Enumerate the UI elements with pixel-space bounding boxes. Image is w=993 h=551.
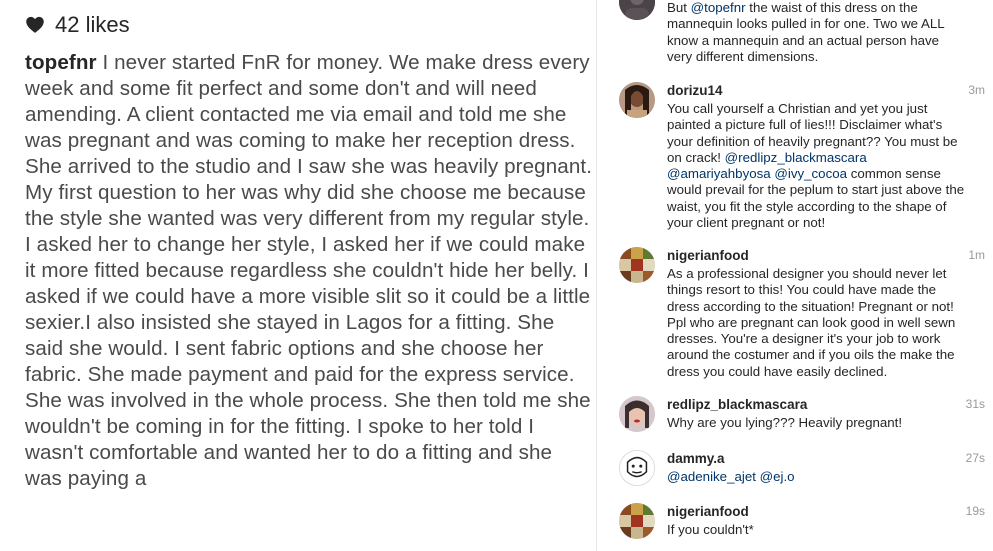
comment-timestamp: 3m bbox=[968, 83, 985, 97]
mention-link[interactable]: @ivy_cocoa bbox=[774, 166, 847, 181]
comments-panel: But @topefnr the waist of this dress on … bbox=[597, 0, 993, 551]
comment-text: You call yourself a Christian and yet yo… bbox=[667, 101, 967, 231]
avatar[interactable] bbox=[619, 82, 655, 118]
avatar[interactable] bbox=[619, 450, 655, 486]
comment-username[interactable]: dammy.a bbox=[667, 450, 967, 467]
comment-username[interactable]: dorizu14 bbox=[667, 82, 967, 99]
comment-text: Why are you lying??? Heavily pregnant! bbox=[667, 415, 967, 431]
comment-item: nigerianfood If you couldn't* 19s bbox=[597, 503, 993, 551]
post-caption: topefnr I never started FnR for money. W… bbox=[25, 50, 593, 492]
avatar[interactable] bbox=[619, 0, 655, 20]
comment-username[interactable]: nigerianfood bbox=[667, 503, 967, 520]
comment-item: dorizu14 You call yourself a Christian a… bbox=[597, 82, 993, 232]
caption-username[interactable]: topefnr bbox=[25, 51, 97, 74]
comment-timestamp: 31s bbox=[965, 397, 985, 411]
avatar[interactable] bbox=[619, 247, 655, 283]
comment-text-segment: Why are you lying??? Heavily pregnant! bbox=[667, 415, 903, 430]
mention-link[interactable]: @adenike_ajet bbox=[667, 469, 756, 484]
post-caption-panel: 42 likes topefnr I never started FnR for… bbox=[0, 0, 596, 551]
comment-timestamp: 1m bbox=[968, 248, 985, 262]
comment-item: dammy.a @adenike_ajet @ej.o 27s bbox=[597, 450, 993, 500]
mention-link[interactable]: @ej.o bbox=[760, 469, 795, 484]
mention-link[interactable]: @redlipz_blackmascara bbox=[725, 150, 867, 165]
comment-text: @adenike_ajet @ej.o bbox=[667, 469, 967, 485]
comment-text: But @topefnr the waist of this dress on … bbox=[667, 0, 967, 65]
comment-text-segment: If you couldn't* bbox=[667, 522, 754, 537]
comment-timestamp: 19s bbox=[965, 504, 985, 518]
comment-timestamp: 27s bbox=[965, 451, 985, 465]
caption-text: I never started FnR for money. We make d… bbox=[25, 51, 593, 490]
comment-username[interactable]: nigerianfood bbox=[667, 247, 967, 264]
comment-username[interactable]: redlipz_blackmascara bbox=[667, 396, 967, 413]
comment-text: If you couldn't* bbox=[667, 522, 967, 538]
heart-icon[interactable] bbox=[25, 15, 45, 35]
likes-row[interactable]: 42 likes bbox=[25, 10, 130, 40]
comment-item: But @topefnr the waist of this dress on … bbox=[597, 0, 993, 69]
avatar[interactable] bbox=[619, 503, 655, 539]
comment-text: As a professional designer you should ne… bbox=[667, 266, 967, 380]
mention-link[interactable]: @amariyahbyosa bbox=[667, 166, 771, 181]
comment-item: nigerianfood As a professional designer … bbox=[597, 247, 993, 387]
likes-count: 42 likes bbox=[55, 12, 130, 37]
avatar[interactable] bbox=[619, 396, 655, 432]
mention-link[interactable]: @topefnr bbox=[691, 0, 746, 15]
comment-text-segment: But bbox=[667, 0, 691, 15]
comment-item: redlipz_blackmascara Why are you lying??… bbox=[597, 396, 993, 446]
comment-text-segment: As a professional designer you should ne… bbox=[667, 266, 956, 379]
